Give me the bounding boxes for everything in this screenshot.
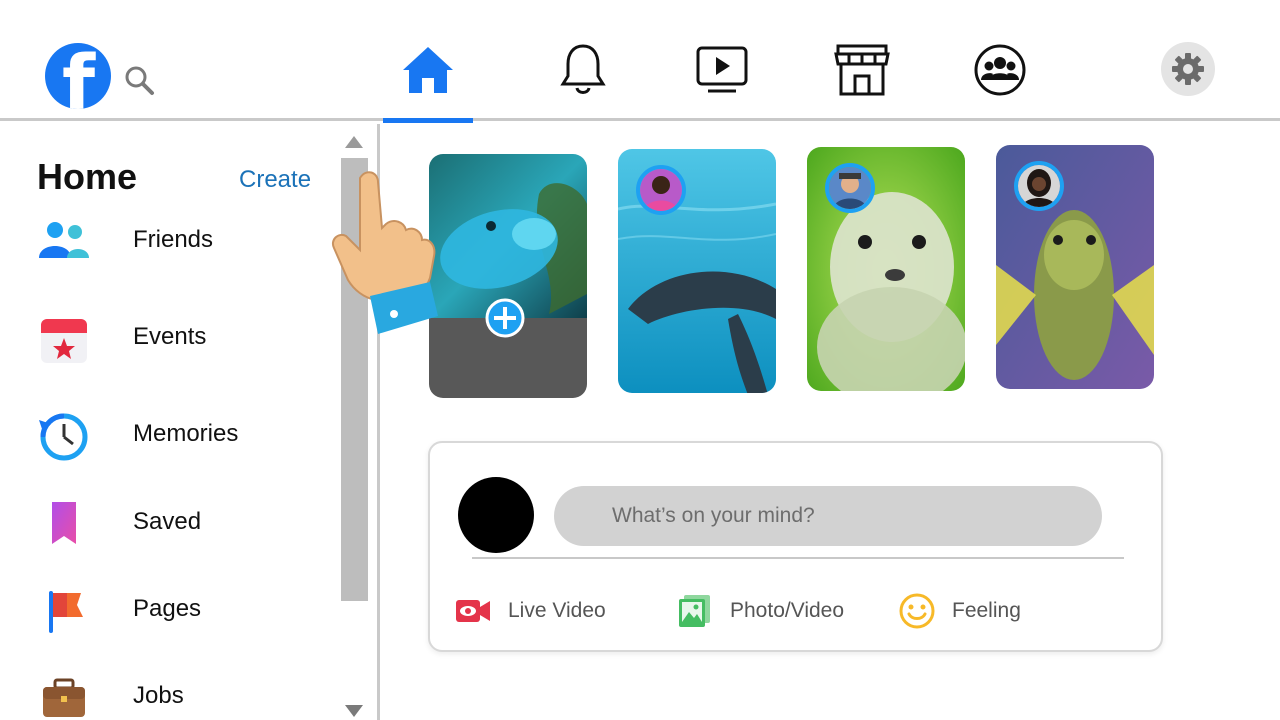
flag-icon: [49, 591, 83, 633]
tab-watch[interactable]: [677, 38, 767, 102]
settings-button[interactable]: [1161, 42, 1215, 96]
scroll-down-arrow[interactable]: [345, 705, 363, 717]
marketplace-icon: [834, 44, 890, 96]
watch-icon: [696, 46, 748, 93]
sidebar-item-jobs[interactable]: Jobs: [0, 664, 330, 720]
facebook-logo[interactable]: f: [45, 43, 111, 109]
sidebar-item-pages[interactable]: Pages: [0, 577, 330, 643]
action-label: Photo/Video: [730, 599, 845, 622]
bookmark-icon: [52, 502, 76, 544]
tab-home[interactable]: [383, 38, 473, 123]
logo-letter: f: [62, 43, 96, 109]
tab-notifications[interactable]: [538, 38, 628, 102]
tab-groups[interactable]: [955, 38, 1045, 102]
groups-icon: [974, 44, 1026, 96]
action-label: Feeling: [952, 599, 1021, 622]
clock-icon: [39, 413, 88, 461]
sidebar-item-label: Jobs: [133, 682, 184, 709]
tab-marketplace[interactable]: [817, 38, 907, 102]
sidebar-item-label: Friends: [133, 226, 214, 253]
smiley-icon: [899, 593, 935, 629]
search-icon[interactable]: [123, 64, 155, 96]
sidebar-item-label: Saved: [133, 508, 202, 535]
avatar: [829, 167, 871, 209]
scroll-up-arrow[interactable]: [345, 136, 363, 148]
story-card[interactable]: [996, 145, 1154, 389]
add-story-icon[interactable]: [485, 298, 525, 338]
photo-video-button[interactable]: Photo/Video: [676, 591, 844, 631]
friends-icon: [39, 222, 89, 258]
sidebar-item-memories[interactable]: Memories: [0, 402, 330, 468]
live-video-button[interactable]: Live Video: [454, 591, 606, 631]
story-avatar: [636, 165, 686, 215]
story-card[interactable]: [807, 147, 965, 391]
story-avatar: [1014, 161, 1064, 211]
calendar-icon: [41, 319, 87, 363]
story-card[interactable]: [618, 149, 776, 393]
feeling-button[interactable]: Feeling: [898, 591, 1021, 631]
top-navigation-bar: f: [0, 0, 1280, 123]
sidebar-title: Home: [37, 156, 138, 197]
status-input[interactable]: What’s on your mind?: [554, 486, 1102, 546]
avatar: [640, 169, 682, 211]
sidebar-item-saved[interactable]: Saved: [0, 490, 330, 556]
sidebar-item-label: Pages: [133, 595, 202, 622]
story-avatar: [825, 163, 875, 213]
sidebar-item-events[interactable]: Events: [0, 305, 330, 371]
live-video-icon: [456, 600, 490, 622]
avatar: [1018, 165, 1060, 207]
sidebar-item-label: Events: [133, 323, 207, 350]
action-label: Live Video: [508, 599, 606, 622]
post-composer: What’s on your mind? Live Video Photo/Vi…: [428, 441, 1163, 652]
bell-icon: [560, 44, 606, 94]
sidebar: Home Create Friends Events Memories Save…: [0, 124, 380, 720]
create-link[interactable]: Create: [239, 166, 311, 194]
briefcase-icon: [43, 678, 85, 717]
create-story-card[interactable]: [429, 154, 587, 398]
avatar[interactable]: [458, 477, 534, 553]
sidebar-item-label: Memories: [133, 420, 239, 447]
home-icon: [403, 47, 453, 93]
sidebar-item-friends[interactable]: Friends: [0, 208, 330, 274]
divider: [472, 557, 1124, 559]
gear-icon: [1172, 53, 1204, 85]
story-image-parrotfish: [429, 154, 587, 398]
photo-icon: [679, 595, 710, 627]
pointing-hand-icon: [332, 171, 438, 334]
